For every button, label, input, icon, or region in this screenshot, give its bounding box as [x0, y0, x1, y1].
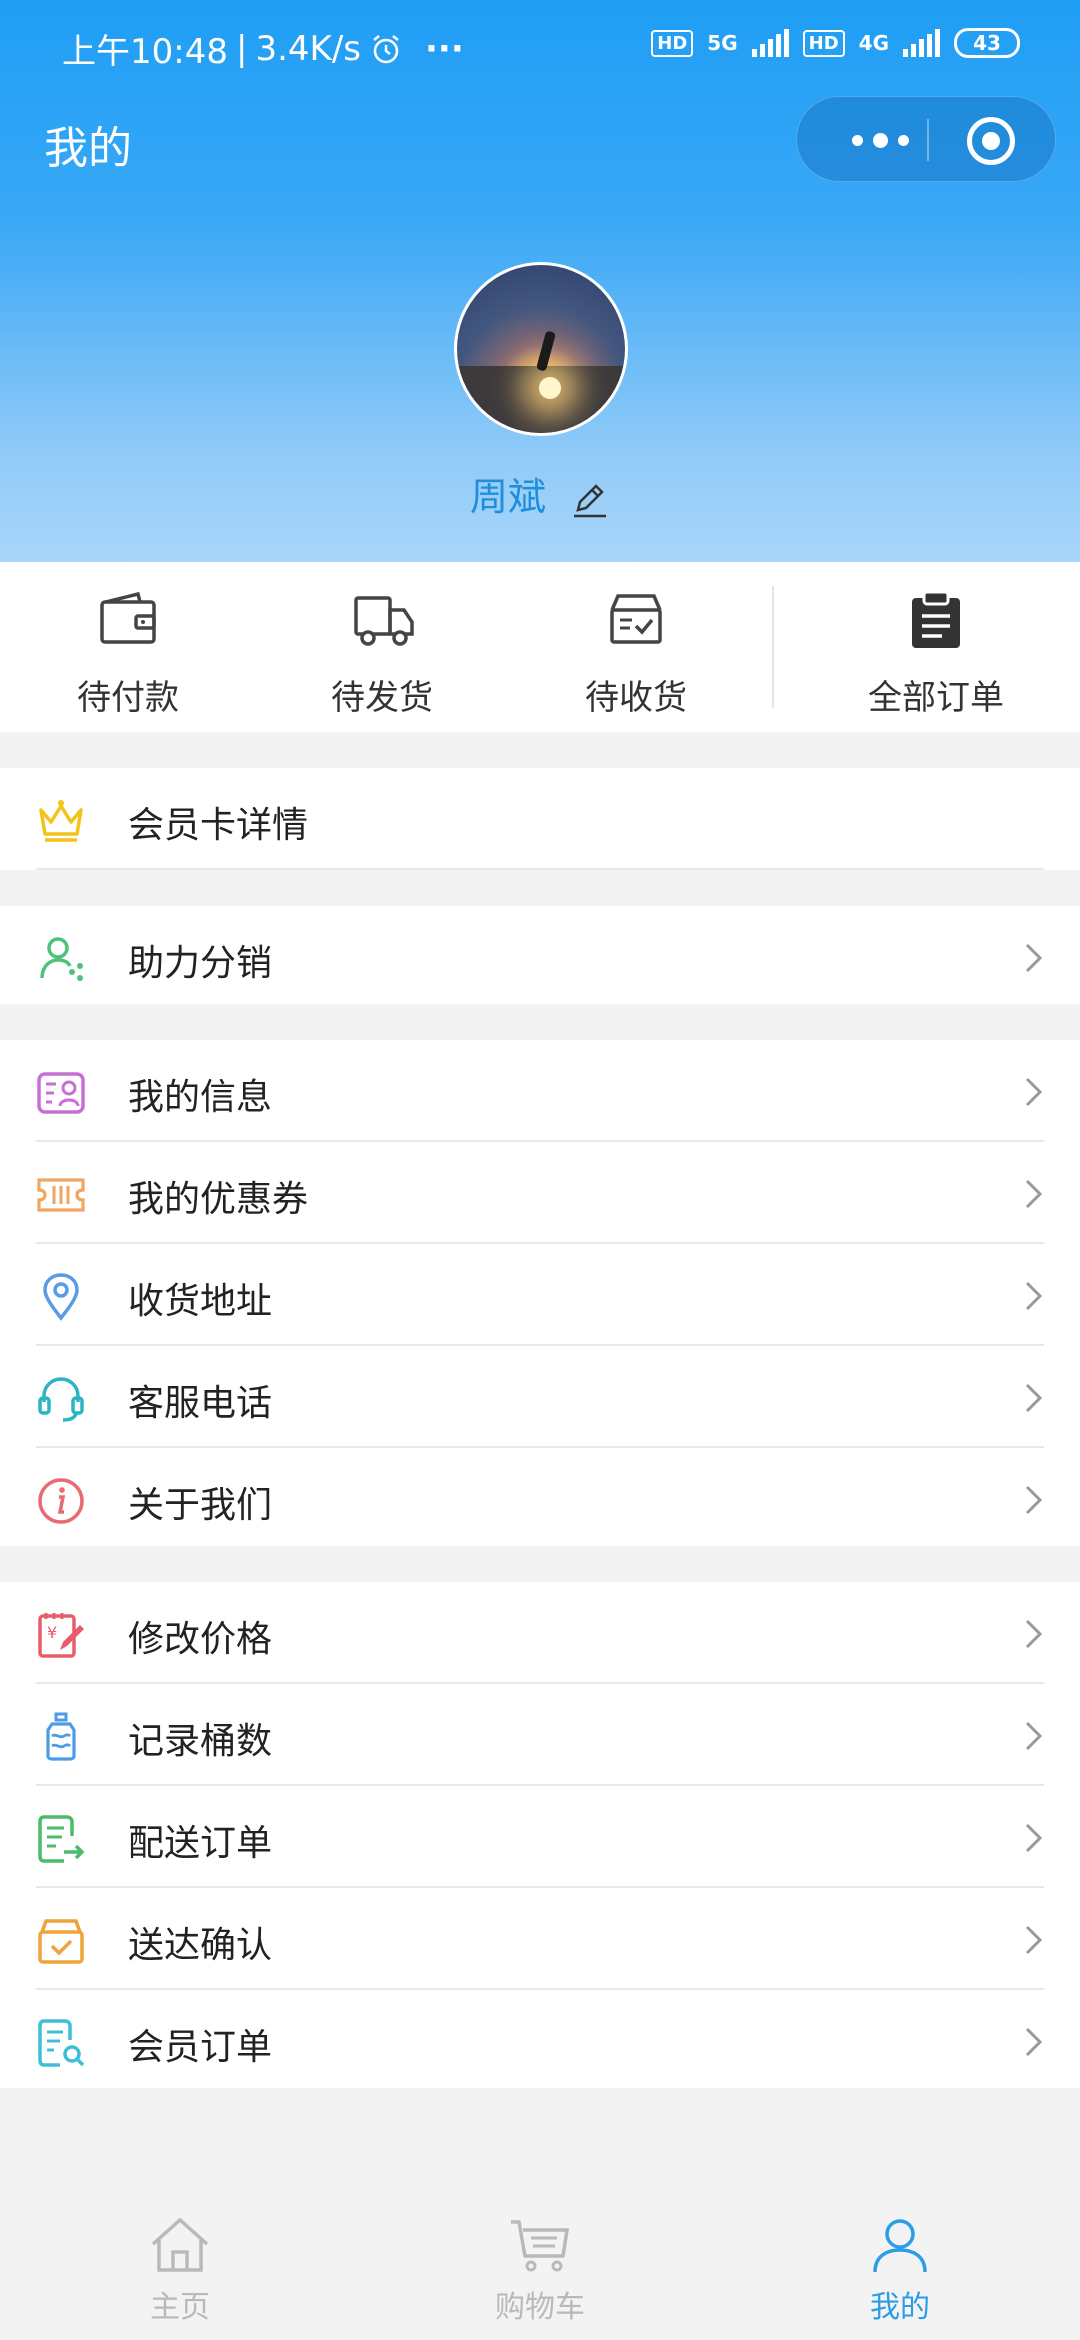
tab-label: 我的: [870, 2290, 930, 2325]
headset-icon: [38, 1377, 84, 1422]
order-pending-receipt[interactable]: 待收货: [536, 562, 736, 732]
record-buckets-item[interactable]: 记录桶数: [0, 1684, 1080, 1786]
hd-badge: HD: [651, 29, 694, 57]
svg-text:¥: ¥: [47, 1623, 57, 1642]
menu-label: 收货地址: [128, 1281, 273, 1322]
chevron-right-icon: [1025, 1383, 1043, 1413]
edit-pen-icon[interactable]: [570, 480, 610, 520]
battery-icon: 43: [954, 28, 1020, 58]
order-label: 待付款: [77, 678, 179, 718]
my-coupons-item[interactable]: 我的优惠券: [0, 1142, 1080, 1244]
chevron-right-icon: [1025, 1925, 1043, 1955]
username: 周斌: [469, 475, 546, 519]
about-us-item[interactable]: 关于我们: [0, 1448, 1080, 1550]
admin-group: ¥ 修改价格 记录桶数 配送订单 送达确认 会员订单: [0, 1582, 1080, 2088]
signal-bars-icon-2: [903, 29, 940, 57]
chevron-right-icon: [1025, 1077, 1043, 1107]
menu-label: 助力分销: [128, 943, 273, 984]
status-time: 上午10:48: [62, 32, 228, 72]
menu-label: 我的信息: [128, 1077, 273, 1118]
page-title: 我的: [44, 123, 132, 174]
menu-label: 关于我们: [128, 1485, 273, 1526]
box-check-icon: [38, 1919, 84, 1964]
menu-label: 会员订单: [128, 2027, 273, 2068]
shipping-address-item[interactable]: 收货地址: [0, 1244, 1080, 1346]
order-label: 待发货: [331, 678, 433, 718]
signal-bars-icon: [751, 29, 789, 57]
tab-cart[interactable]: 购物车: [440, 2216, 640, 2326]
order-label: 待收货: [585, 678, 687, 718]
info-icon: [38, 1478, 84, 1524]
coupon-icon: [37, 1178, 85, 1212]
chevron-right-icon: [1025, 943, 1043, 973]
home-icon: [151, 2217, 209, 2272]
distribution-item[interactable]: 助力分销: [0, 906, 1080, 1008]
modify-price-item[interactable]: ¥ 修改价格: [0, 1582, 1080, 1684]
truck-icon: [354, 596, 414, 646]
delivery-confirm-item[interactable]: 送达确认: [0, 1888, 1080, 1990]
menu-label: 会员卡详情: [128, 805, 309, 846]
document-search-icon: [38, 2019, 85, 2067]
all-orders-button[interactable]: 全部订单: [836, 562, 1036, 732]
location-pin-icon: [43, 1273, 79, 1321]
profile-header: 上午10:48 | 3.4K/s ··· HD 5G HD 4G 43 我的 周…: [0, 0, 1080, 562]
status-speed: 3.4K/s: [255, 28, 361, 69]
person-share-icon: [40, 937, 83, 981]
tab-mine[interactable]: 我的: [800, 2216, 1000, 2326]
menu-label: 记录桶数: [128, 1721, 273, 1762]
chevron-right-icon: [1025, 1485, 1043, 1515]
membership-group: 会员卡详情: [0, 768, 1080, 870]
menu-label: 配送订单: [128, 1823, 273, 1864]
menu-label: 送达确认: [128, 1925, 273, 1966]
water-bucket-icon: [46, 1712, 76, 1761]
document-arrow-icon: [38, 1815, 85, 1863]
menu-label: 修改价格: [128, 1619, 273, 1660]
miniprogram-capsule: [796, 96, 1056, 182]
info-group: 我的信息 我的优惠券 收货地址 客服电话 关于我们: [0, 1040, 1080, 1546]
id-card-icon: [37, 1072, 85, 1114]
chevron-right-icon: [1025, 1281, 1043, 1311]
order-pending-shipment[interactable]: 待发货: [282, 562, 482, 732]
chevron-right-icon: [1025, 1823, 1043, 1853]
avatar[interactable]: [454, 262, 628, 436]
chevron-right-icon: [1025, 1619, 1043, 1649]
status-bar: 上午10:48 | 3.4K/s ··· HD 5G HD 4G 43: [0, 0, 1080, 90]
signal-5g-label: 5G: [707, 31, 738, 55]
signal-4g-label: 4G: [858, 31, 889, 55]
clipboard-icon: [912, 590, 960, 648]
tab-label: 主页: [150, 2290, 210, 2325]
more-menu-button[interactable]: [835, 127, 925, 153]
delivery-orders-item[interactable]: 配送订单: [0, 1786, 1080, 1888]
chevron-right-icon: [1025, 2027, 1043, 2057]
close-miniprogram-button[interactable]: [967, 117, 1015, 165]
membership-card-item[interactable]: 会员卡详情: [0, 768, 1080, 870]
alarm-icon: [373, 34, 399, 63]
chevron-right-icon: [1025, 1179, 1043, 1209]
order-pending-payment[interactable]: 待付款: [28, 562, 228, 732]
my-info-item[interactable]: 我的信息: [0, 1040, 1080, 1142]
distribution-group: 助力分销: [0, 906, 1080, 1004]
crown-icon: [39, 800, 83, 842]
order-label: 全部订单: [868, 678, 1004, 718]
tab-label: 购物车: [495, 2290, 585, 2325]
person-icon: [873, 2219, 927, 2273]
inbox-icon: [610, 594, 662, 644]
member-orders-item[interactable]: 会员订单: [0, 1990, 1080, 2092]
wallet-icon: [100, 591, 156, 644]
cart-icon: [511, 2220, 570, 2272]
price-edit-icon: ¥: [38, 1613, 84, 1658]
chevron-right-icon: [1025, 1721, 1043, 1751]
username-row: 周斌: [0, 466, 1080, 521]
customer-service-item[interactable]: 客服电话: [0, 1346, 1080, 1448]
menu-label: 我的优惠券: [128, 1179, 309, 1220]
menu-label: 客服电话: [128, 1383, 273, 1424]
tab-home[interactable]: 主页: [80, 2216, 280, 2326]
order-status-bar: 待付款 待发货 待收货 全部订单: [0, 562, 1080, 732]
orders-divider: [772, 586, 774, 708]
bottom-tab-bar: 主页 购物车 我的: [0, 2190, 1080, 2340]
status-more: ···: [425, 28, 464, 69]
hd-badge-2: HD: [802, 29, 845, 57]
